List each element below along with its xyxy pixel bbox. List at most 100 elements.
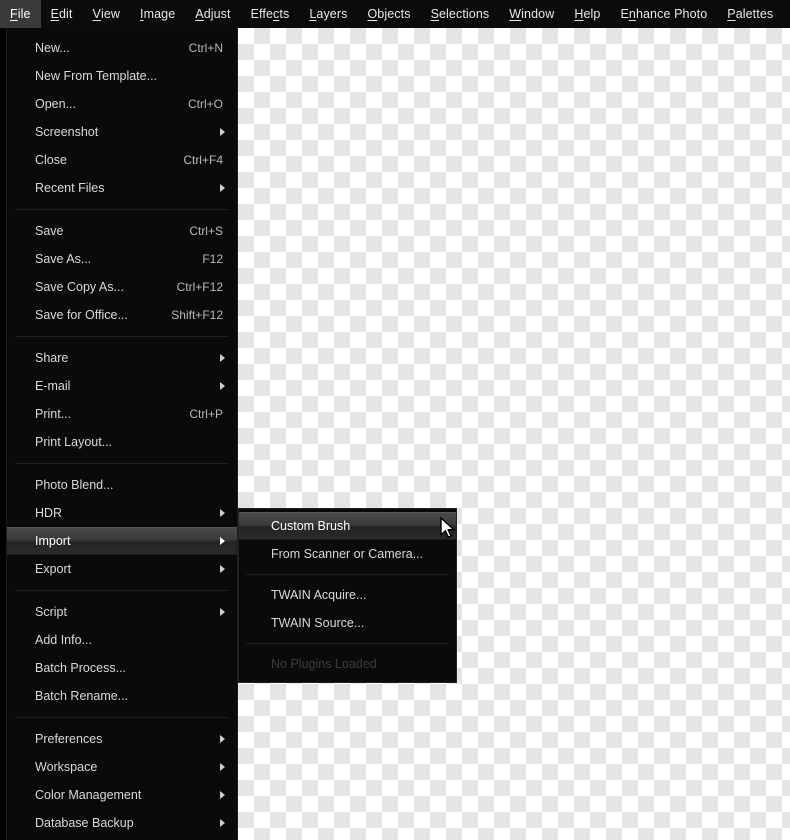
menu-item-label: HDR xyxy=(35,506,63,520)
menu-item-color-management[interactable]: Color Management xyxy=(7,781,237,809)
menu-item-label: Share xyxy=(35,351,69,365)
menu-item-preferences[interactable]: Preferences xyxy=(7,725,237,753)
menubar-item-enhance-photo[interactable]: En hance Photo xyxy=(610,0,717,28)
menu-item-label: E-mail xyxy=(35,379,71,393)
menu-item-screenshot[interactable]: Screenshot xyxy=(7,118,237,146)
menu-item-shortcut: Ctrl+F12 xyxy=(176,280,223,294)
menu-item-save[interactable]: Save Ctrl+S xyxy=(7,217,237,245)
menu-item-recent-files[interactable]: Recent Files xyxy=(7,174,237,202)
menu-item-label: Screenshot xyxy=(35,125,99,139)
menubar-item-file[interactable]: File xyxy=(0,0,41,28)
menu-item-label: Export xyxy=(35,562,72,576)
file-dropdown-menu: New... Ctrl+N New From Template... Open... C… xyxy=(6,28,238,840)
submenu-arrow-icon xyxy=(220,184,225,192)
menu-item-shortcut: F12 xyxy=(202,252,223,266)
submenu-arrow-icon xyxy=(220,354,225,362)
menu-item-label: TWAIN Acquire... xyxy=(271,588,367,602)
submenu-arrow-icon xyxy=(220,565,225,573)
menu-item-batch-rename[interactable]: Batch Rename... xyxy=(7,682,237,710)
menu-item-shortcut: Ctrl+O xyxy=(187,97,223,111)
menu-item-new-from-template[interactable]: New From Template... xyxy=(7,62,237,90)
menubar-item-adjust[interactable]: Adjust xyxy=(185,0,240,28)
menubar-item-objects[interactable]: Objects xyxy=(357,0,420,28)
submenu-arrow-icon xyxy=(220,537,225,545)
menu-item-shortcut: Ctrl+F4 xyxy=(183,153,223,167)
image-canvas[interactable] xyxy=(238,28,790,840)
submenu-arrow-icon xyxy=(220,791,225,799)
menu-item-twain-source[interactable]: TWAIN Source... xyxy=(239,609,456,637)
menu-item-label: Close xyxy=(35,153,67,167)
menu-item-export[interactable]: Export xyxy=(7,555,237,583)
submenu-arrow-icon xyxy=(220,735,225,743)
menu-item-database-backup[interactable]: Database Backup xyxy=(7,809,237,837)
menu-separator xyxy=(246,643,449,644)
menu-item-open[interactable]: Open... Ctrl+O xyxy=(7,90,237,118)
menubar-item-edit[interactable]: Edit xyxy=(41,0,83,28)
menu-item-label: Batch Rename... xyxy=(35,689,129,703)
menu-item-label: Recent Files xyxy=(35,181,105,195)
menu-item-label: Batch Process... xyxy=(35,661,127,675)
menu-item-label: Workspace xyxy=(35,760,98,774)
menu-item-workspace[interactable]: Workspace xyxy=(7,753,237,781)
menu-item-no-plugins-loaded: No Plugins Loaded xyxy=(239,650,456,678)
menu-item-shortcut: Ctrl+N xyxy=(188,41,223,55)
menu-item-label: Photo Blend... xyxy=(35,478,114,492)
menu-bar: File Edit View Image Adjust Effe c ts Layers Obje… xyxy=(0,0,790,28)
menubar-item-palettes[interactable]: Palettes xyxy=(717,0,783,28)
menu-item-close[interactable]: Close Ctrl+F4 xyxy=(7,146,237,174)
application-window: File Edit View Image Adjust Effe c ts Layers Obje… xyxy=(0,0,790,840)
menu-item-save-as[interactable]: Save As... F12 xyxy=(7,245,237,273)
menu-separator xyxy=(15,336,229,337)
menu-item-hdr[interactable]: HDR xyxy=(7,499,237,527)
submenu-arrow-icon xyxy=(220,608,225,616)
menu-item-label: TWAIN Source... xyxy=(271,616,365,630)
menu-item-label: Print Layout... xyxy=(35,435,113,449)
submenu-arrow-icon xyxy=(220,819,225,827)
menu-item-label: Save Copy As... xyxy=(35,280,124,294)
menu-item-label: Preferences xyxy=(35,732,103,746)
menu-item-from-scanner-or-camera[interactable]: From Scanner or Camera... xyxy=(239,540,456,568)
menu-item-print[interactable]: Print... Ctrl+P xyxy=(7,400,237,428)
menu-item-label: No Plugins Loaded xyxy=(271,657,377,671)
menu-item-script[interactable]: Script xyxy=(7,598,237,626)
menu-item-label: New... xyxy=(35,41,70,55)
submenu-arrow-icon xyxy=(220,382,225,390)
menu-item-batch-process[interactable]: Batch Process... xyxy=(7,654,237,682)
menubar-item-view[interactable]: View xyxy=(83,0,131,28)
menu-item-save-copy-as[interactable]: Save Copy As... Ctrl+F12 xyxy=(7,273,237,301)
submenu-arrow-icon xyxy=(220,763,225,771)
menu-item-label: Save As... xyxy=(35,252,92,266)
menu-item-twain-acquire[interactable]: TWAIN Acquire... xyxy=(239,581,456,609)
menu-item-photo-blend[interactable]: Photo Blend... xyxy=(7,471,237,499)
menu-item-label: Add Info... xyxy=(35,633,92,647)
menu-item-label: Print... xyxy=(35,407,72,421)
menubar-item-help[interactable]: Help xyxy=(564,0,610,28)
submenu-arrow-icon xyxy=(220,128,225,136)
menu-separator xyxy=(15,590,229,591)
menu-item-shortcut: Ctrl+S xyxy=(189,224,223,238)
menu-separator xyxy=(15,209,229,210)
menu-item-print-layout[interactable]: Print Layout... xyxy=(7,428,237,456)
menu-item-shortcut: Shift+F12 xyxy=(171,308,223,322)
menubar-item-window[interactable]: Window xyxy=(499,0,564,28)
menu-item-e-mail[interactable]: E-mail xyxy=(7,372,237,400)
menu-separator xyxy=(15,717,229,718)
menubar-item-selections[interactable]: Selections xyxy=(421,0,500,28)
menu-item-label: Script xyxy=(35,605,67,619)
menu-item-share[interactable]: Share xyxy=(7,344,237,372)
menu-item-label: New From Template... xyxy=(35,69,158,83)
menu-separator xyxy=(15,463,229,464)
menu-item-label: Save for Office... xyxy=(35,308,128,322)
menu-item-new[interactable]: New... Ctrl+N xyxy=(7,34,237,62)
menu-separator xyxy=(246,574,449,575)
menubar-item-user-interface[interactable]: User Interface xyxy=(783,0,790,28)
menu-item-add-info[interactable]: Add Info... xyxy=(7,626,237,654)
menu-item-custom-brush[interactable]: Custom Brush xyxy=(239,512,456,540)
menubar-item-layers[interactable]: Layers xyxy=(299,0,357,28)
menu-item-save-for-office[interactable]: Save for Office... Shift+F12 xyxy=(7,301,237,329)
menu-item-shortcut: Ctrl+P xyxy=(189,407,223,421)
menubar-item-effects[interactable]: Effe c ts xyxy=(241,0,300,28)
menu-item-import[interactable]: Import xyxy=(7,527,237,555)
menubar-item-image[interactable]: Image xyxy=(130,0,185,28)
menu-item-label: Custom Brush xyxy=(271,519,351,533)
